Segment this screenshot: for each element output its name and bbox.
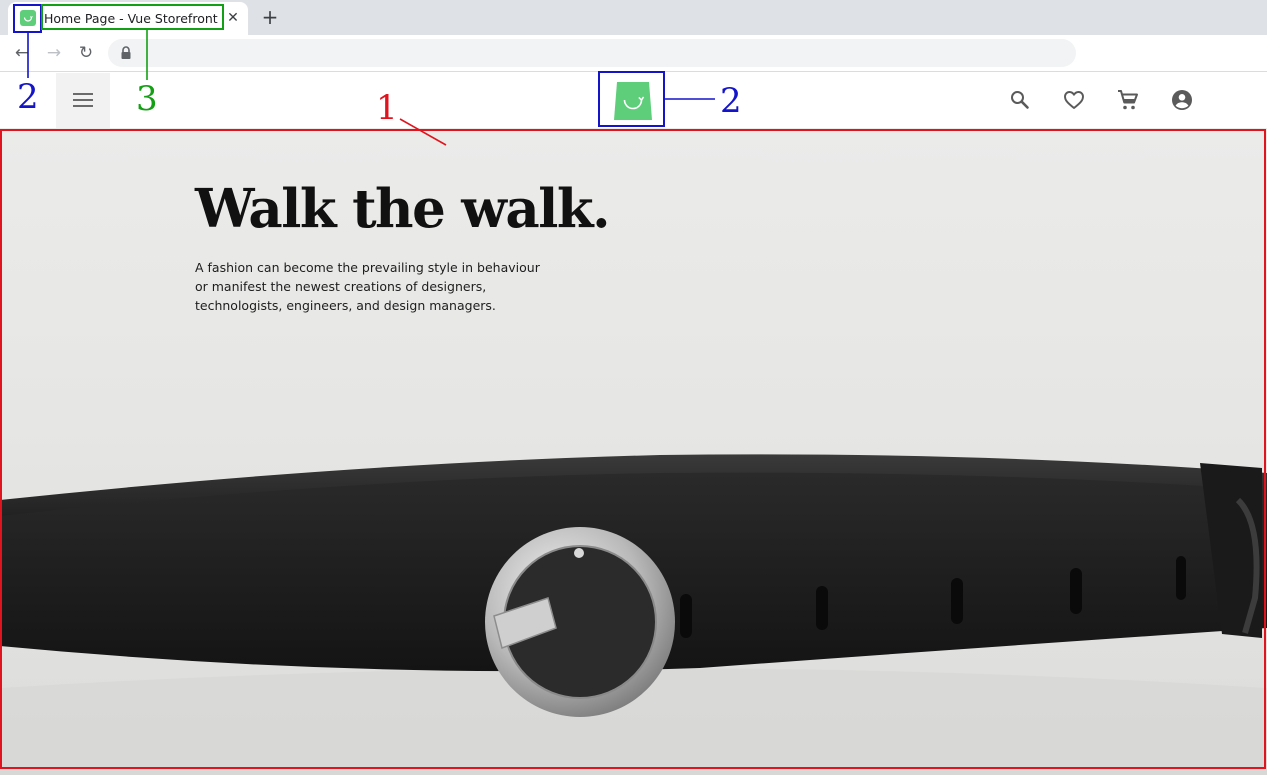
reload-icon[interactable]: ↻ bbox=[74, 41, 98, 65]
account-icon[interactable] bbox=[1170, 88, 1194, 112]
hero-banner[interactable]: Walk the walk. A fashion can become the … bbox=[0, 128, 1267, 775]
site-header bbox=[0, 73, 1267, 128]
new-tab-button[interactable]: + bbox=[260, 7, 280, 27]
back-arrow-icon[interactable]: ← bbox=[10, 41, 34, 65]
browser-tab-strip: Home Page - Vue Storefront ✕ + bbox=[0, 0, 1267, 35]
cart-icon[interactable] bbox=[1116, 88, 1140, 112]
browser-tab[interactable]: Home Page - Vue Storefront ✕ bbox=[8, 2, 248, 35]
search-icon[interactable] bbox=[1008, 88, 1032, 112]
hamburger-menu-button[interactable] bbox=[56, 73, 110, 128]
hero-title: Walk the walk. bbox=[195, 178, 611, 240]
lock-icon bbox=[121, 46, 131, 59]
heart-icon[interactable] bbox=[1062, 88, 1086, 112]
annotation-label-2-favicon: 2 bbox=[17, 77, 39, 117]
vue-storefront-logo[interactable] bbox=[612, 80, 654, 122]
browser-toolbar: ← → ↻ bbox=[0, 35, 1267, 72]
hero-belt-image bbox=[0, 454, 1267, 775]
tab-close-button[interactable]: ✕ bbox=[224, 9, 242, 27]
address-bar[interactable] bbox=[108, 39, 1076, 67]
annotation-label-3: 3 bbox=[136, 79, 158, 119]
forward-arrow-icon[interactable]: → bbox=[42, 41, 66, 65]
hero-description: A fashion can become the prevailing styl… bbox=[195, 260, 540, 313]
hamburger-menu-icon bbox=[73, 93, 93, 95]
annotation-label-2-logo: 2 bbox=[720, 81, 742, 121]
annotation-label-1: 1 bbox=[376, 88, 398, 128]
tab-title: Home Page - Vue Storefront bbox=[44, 11, 218, 26]
vue-storefront-favicon-icon bbox=[20, 10, 36, 26]
